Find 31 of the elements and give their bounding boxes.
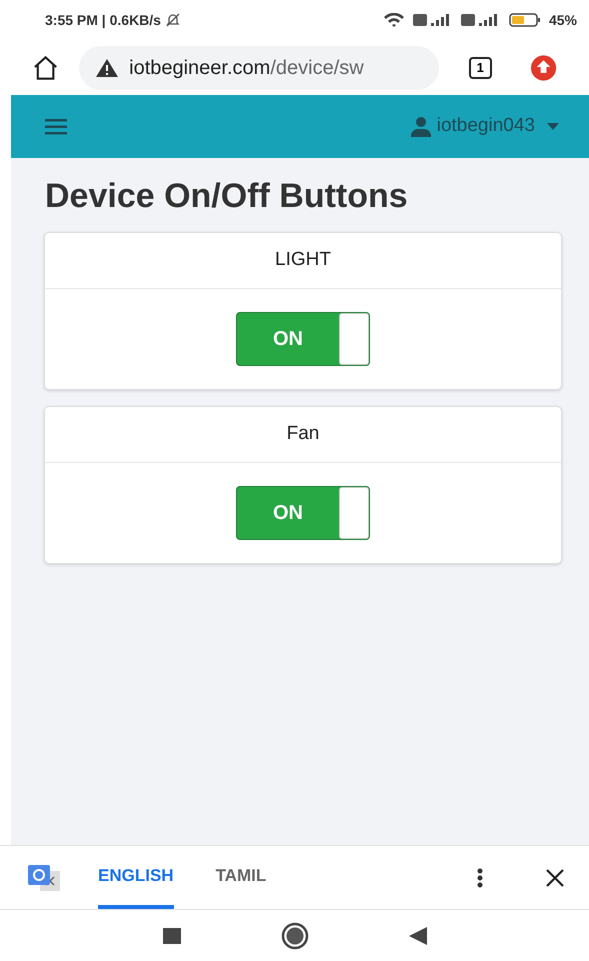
toggle-switch[interactable]: ON bbox=[236, 312, 370, 366]
recents-icon[interactable] bbox=[162, 928, 180, 944]
page-title: Device On/Off Buttons bbox=[45, 176, 409, 217]
home-icon[interactable] bbox=[32, 54, 60, 80]
caret-icon bbox=[547, 123, 559, 130]
language-tab[interactable]: TAMIL bbox=[216, 846, 266, 909]
url-field[interactable]: iotbegineer.com/device/sw bbox=[79, 46, 439, 90]
device-name: Fan bbox=[286, 422, 320, 446]
menu-icon[interactable] bbox=[45, 118, 67, 134]
switch-knob bbox=[339, 487, 369, 539]
status-time: 3:55 PM | 0.6KB/s bbox=[45, 10, 161, 30]
back-icon[interactable] bbox=[408, 926, 426, 944]
battery-icon bbox=[508, 13, 541, 27]
tab-count-button[interactable]: 1 bbox=[468, 56, 492, 78]
battery-level: 45% bbox=[548, 10, 577, 30]
toggle-switch[interactable]: ON bbox=[236, 486, 370, 540]
muted-bell-icon bbox=[164, 12, 181, 28]
home-button-icon[interactable] bbox=[280, 922, 308, 950]
language-tab[interactable]: ENGLISH bbox=[98, 846, 174, 909]
translate-icon[interactable] bbox=[28, 864, 62, 890]
device-name: LIGHT bbox=[275, 248, 331, 272]
user-icon bbox=[410, 116, 431, 136]
warning-icon bbox=[95, 58, 120, 78]
switch-knob bbox=[339, 313, 369, 365]
close-icon[interactable] bbox=[545, 868, 565, 888]
wifi-icon bbox=[382, 13, 405, 27]
url-domain: iotbegineer.com bbox=[129, 56, 270, 78]
url-path: /device/sw bbox=[270, 56, 364, 78]
more-icon[interactable] bbox=[477, 868, 483, 888]
upload-icon[interactable] bbox=[530, 54, 558, 82]
user-menu[interactable]: iotbegin043 bbox=[410, 112, 559, 141]
